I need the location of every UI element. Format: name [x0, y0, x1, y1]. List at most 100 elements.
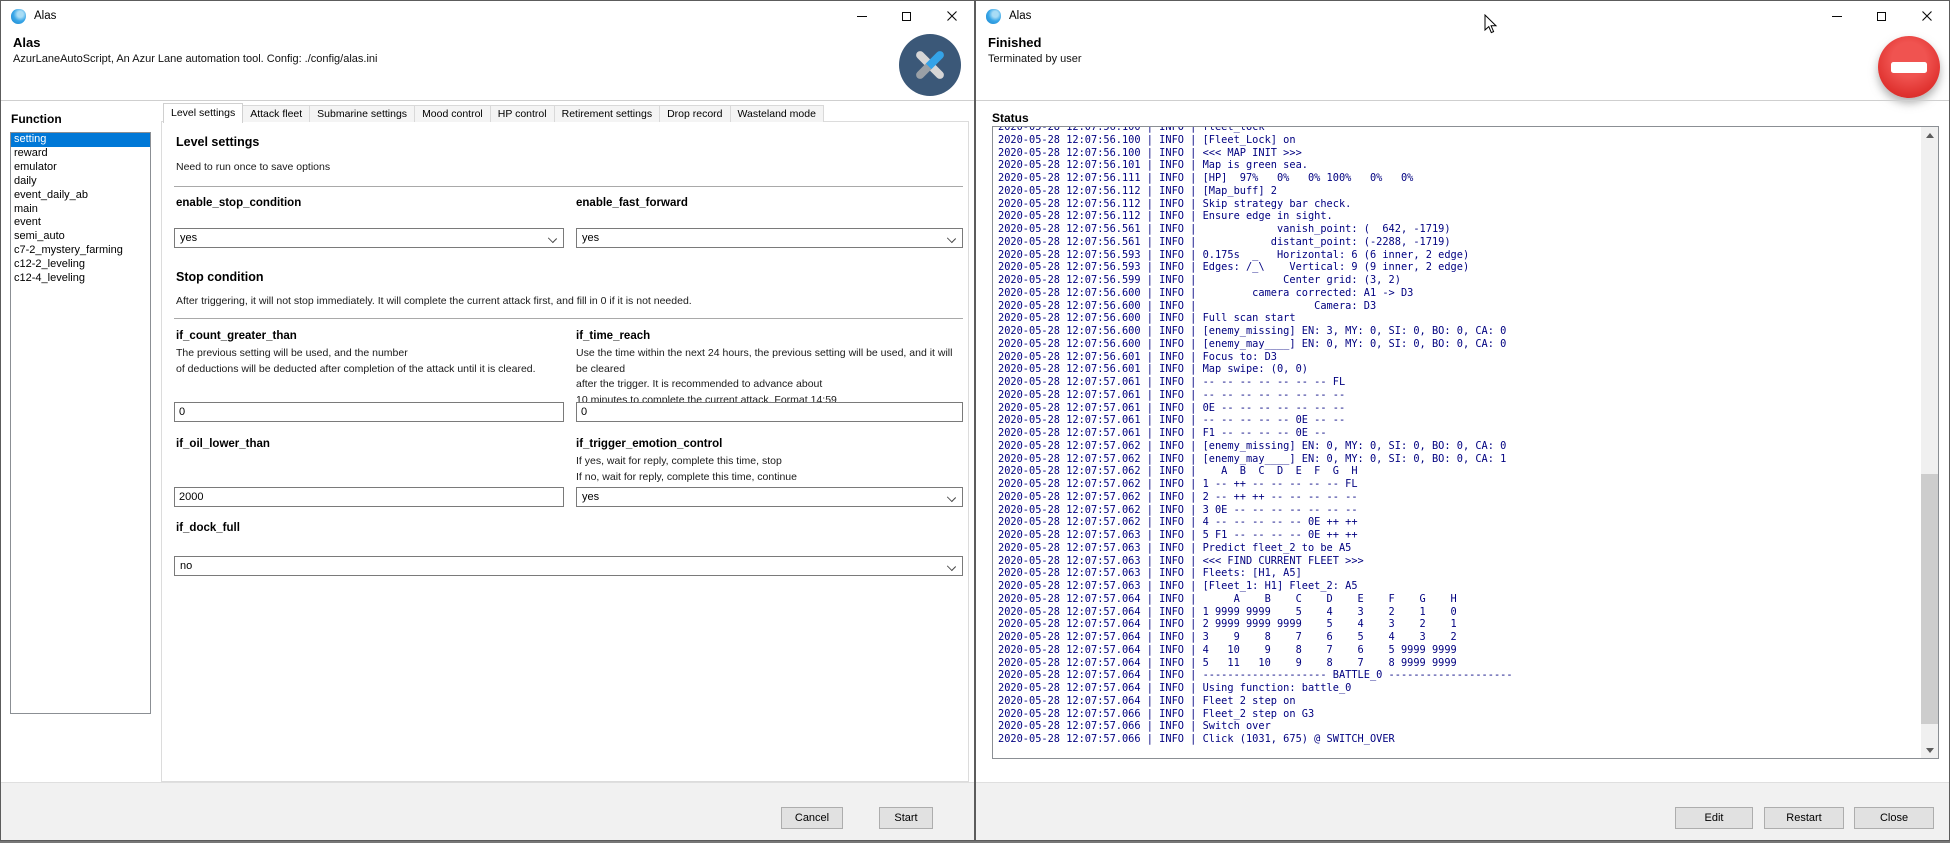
- close-button[interactable]: [1904, 1, 1949, 31]
- log-output[interactable]: 2020-05-28 12:07:56.100 | INFO | fleet_l…: [992, 126, 1939, 759]
- header-divider: [976, 100, 1949, 101]
- status-group-label: Status: [992, 111, 1029, 125]
- log-line: 2020-05-28 12:07:56.593 | INFO | Edges: …: [998, 261, 1916, 274]
- function-list-item[interactable]: event_daily_ab: [11, 189, 150, 203]
- titlebar[interactable]: Alas: [976, 1, 1949, 31]
- cancel-button[interactable]: Cancel: [781, 807, 843, 829]
- log-line: 2020-05-28 12:07:56.101 | INFO | Map is …: [998, 159, 1916, 172]
- chevron-down-icon: [947, 562, 956, 571]
- footer-divider: [1, 782, 974, 783]
- field-label-if-time-reach: if_time_reach: [576, 330, 650, 342]
- log-line: 2020-05-28 12:07:57.064 | INFO | 1 9999 …: [998, 606, 1916, 619]
- window-alas-status: Alas Finished Terminated by user Status …: [975, 0, 1950, 841]
- close-icon: [947, 11, 957, 21]
- function-list-item[interactable]: semi_auto: [11, 230, 150, 244]
- minimize-button[interactable]: [1814, 1, 1859, 31]
- edit-button[interactable]: Edit: [1675, 807, 1753, 829]
- log-line: 2020-05-28 12:07:56.601 | INFO | Map swi…: [998, 363, 1916, 376]
- function-list-item[interactable]: event: [11, 216, 150, 230]
- function-list[interactable]: settingrewardemulatordailyevent_daily_ab…: [10, 132, 151, 714]
- tab[interactable]: Mood control: [414, 105, 491, 122]
- log-line: 2020-05-28 12:07:57.062 | INFO | 2 -- ++…: [998, 491, 1916, 504]
- tab[interactable]: HP control: [490, 105, 555, 122]
- log-line: 2020-05-28 12:07:57.063 | INFO | 5 F1 --…: [998, 529, 1916, 542]
- chevron-down-icon: [548, 234, 557, 243]
- function-list-item[interactable]: emulator: [11, 161, 150, 175]
- maximize-button[interactable]: [1859, 1, 1904, 31]
- if-time-reach-input[interactable]: [576, 402, 963, 422]
- function-list-item[interactable]: c12-2_leveling: [11, 258, 150, 272]
- log-line: 2020-05-28 12:07:56.600 | INFO | Full sc…: [998, 312, 1916, 325]
- log-line: 2020-05-28 12:07:57.064 | INFO | 4 10 9 …: [998, 644, 1916, 657]
- log-line: 2020-05-28 12:07:57.061 | INFO | 0E -- -…: [998, 402, 1916, 415]
- scrollbar-thumb[interactable]: [1921, 474, 1938, 724]
- section-title-stop-condition: Stop condition: [176, 270, 263, 284]
- if-trigger-emotion-control-select[interactable]: yes: [576, 487, 963, 507]
- function-list-item[interactable]: reward: [11, 147, 150, 161]
- log-line: 2020-05-28 12:07:57.061 | INFO | -- -- -…: [998, 376, 1916, 389]
- minimize-button[interactable]: [839, 1, 884, 31]
- section-title-level-settings: Level settings: [176, 135, 259, 149]
- log-line: 2020-05-28 12:07:57.061 | INFO | -- -- -…: [998, 389, 1916, 402]
- maximize-icon: [1877, 12, 1886, 21]
- function-list-item[interactable]: setting: [11, 133, 150, 147]
- section-divider: [174, 186, 963, 187]
- log-line: 2020-05-28 12:07:57.064 | INFO | 2 9999 …: [998, 618, 1916, 631]
- titlebar[interactable]: Alas: [1, 1, 974, 31]
- field-label-if-oil-lower-than: if_oil_lower_than: [176, 438, 270, 450]
- if-count-greater-than-input[interactable]: [174, 402, 564, 422]
- log-line: 2020-05-28 12:07:57.063 | INFO | Predict…: [998, 542, 1916, 555]
- start-button[interactable]: Start: [879, 807, 933, 829]
- function-list-item[interactable]: main: [11, 203, 150, 217]
- tab[interactable]: Wasteland mode: [730, 105, 824, 122]
- if-oil-lower-than-input[interactable]: [174, 487, 564, 507]
- field-label-enable-fast-forward: enable_fast_forward: [576, 197, 688, 209]
- tab[interactable]: Attack fleet: [242, 105, 310, 122]
- log-line: 2020-05-28 12:07:56.100 | INFO | <<< MAP…: [998, 147, 1916, 160]
- window-title: Alas: [34, 10, 56, 22]
- function-list-item[interactable]: daily: [11, 175, 150, 189]
- status-subtitle: Terminated by user: [988, 53, 1082, 65]
- section-desc-stop-condition: After triggering, it will not stop immed…: [176, 294, 965, 310]
- close-button[interactable]: [929, 1, 974, 31]
- maximize-icon: [902, 12, 911, 21]
- footer-divider: [976, 782, 1949, 783]
- function-panel-label: Function: [11, 112, 62, 126]
- log-line: 2020-05-28 12:07:56.599 | INFO | Center …: [998, 274, 1916, 287]
- close-action-button[interactable]: Close: [1854, 807, 1934, 829]
- field-desc-if-time-reach: Use the time within the next 24 hours, t…: [576, 346, 963, 408]
- function-list-item[interactable]: c12-4_leveling: [11, 272, 150, 286]
- log-line: 2020-05-28 12:07:57.062 | INFO | [enemy_…: [998, 440, 1916, 453]
- scroll-down-button[interactable]: [1921, 742, 1938, 758]
- tab[interactable]: Level settings: [163, 103, 243, 123]
- log-line: 2020-05-28 12:07:56.601 | INFO | Focus t…: [998, 351, 1916, 364]
- enable-fast-forward-select[interactable]: yes: [576, 228, 963, 248]
- log-line: 2020-05-28 12:07:57.062 | INFO | 4 -- --…: [998, 516, 1916, 529]
- log-line: 2020-05-28 12:07:56.600 | INFO | [enemy_…: [998, 325, 1916, 338]
- log-line: 2020-05-28 12:07:57.064 | INFO | Fleet 2…: [998, 695, 1916, 708]
- log-scrollbar[interactable]: [1921, 127, 1938, 758]
- page-subtitle: AzurLaneAutoScript, An Azur Lane automat…: [13, 53, 377, 65]
- maximize-button[interactable]: [884, 1, 929, 31]
- scroll-up-icon: [1926, 133, 1934, 138]
- tab-bar: Level settingsAttack fleetSubmarine sett…: [163, 102, 824, 122]
- log-line: 2020-05-28 12:07:57.066 | INFO | Fleet_2…: [998, 708, 1916, 721]
- enable-stop-condition-select[interactable]: yes: [174, 228, 564, 248]
- tab[interactable]: Retirement settings: [554, 105, 660, 122]
- log-lines: 2020-05-28 12:07:56.100 | INFO | fleet_l…: [998, 126, 1916, 746]
- tab[interactable]: Drop record: [659, 105, 730, 122]
- if-dock-full-select[interactable]: no: [174, 556, 963, 576]
- tab[interactable]: Submarine settings: [309, 105, 415, 122]
- minimize-icon: [1832, 16, 1842, 17]
- log-line: 2020-05-28 12:07:57.066 | INFO | Click (…: [998, 733, 1916, 746]
- log-line: 2020-05-28 12:07:57.063 | INFO | [Fleet_…: [998, 580, 1916, 593]
- log-line: 2020-05-28 12:07:56.100 | INFO | [Fleet_…: [998, 134, 1916, 147]
- select-value: no: [180, 560, 192, 572]
- app-logo-icon: [11, 9, 26, 24]
- restart-button[interactable]: Restart: [1764, 807, 1844, 829]
- log-line: 2020-05-28 12:07:57.062 | INFO | [enemy_…: [998, 453, 1916, 466]
- field-desc-if-trigger-emotion-control: If yes, wait for reply, complete this ti…: [576, 454, 963, 485]
- log-line: 2020-05-28 12:07:56.600 | INFO | Camera:…: [998, 300, 1916, 313]
- scroll-up-button[interactable]: [1921, 127, 1938, 143]
- function-list-item[interactable]: c7-2_mystery_farming: [11, 244, 150, 258]
